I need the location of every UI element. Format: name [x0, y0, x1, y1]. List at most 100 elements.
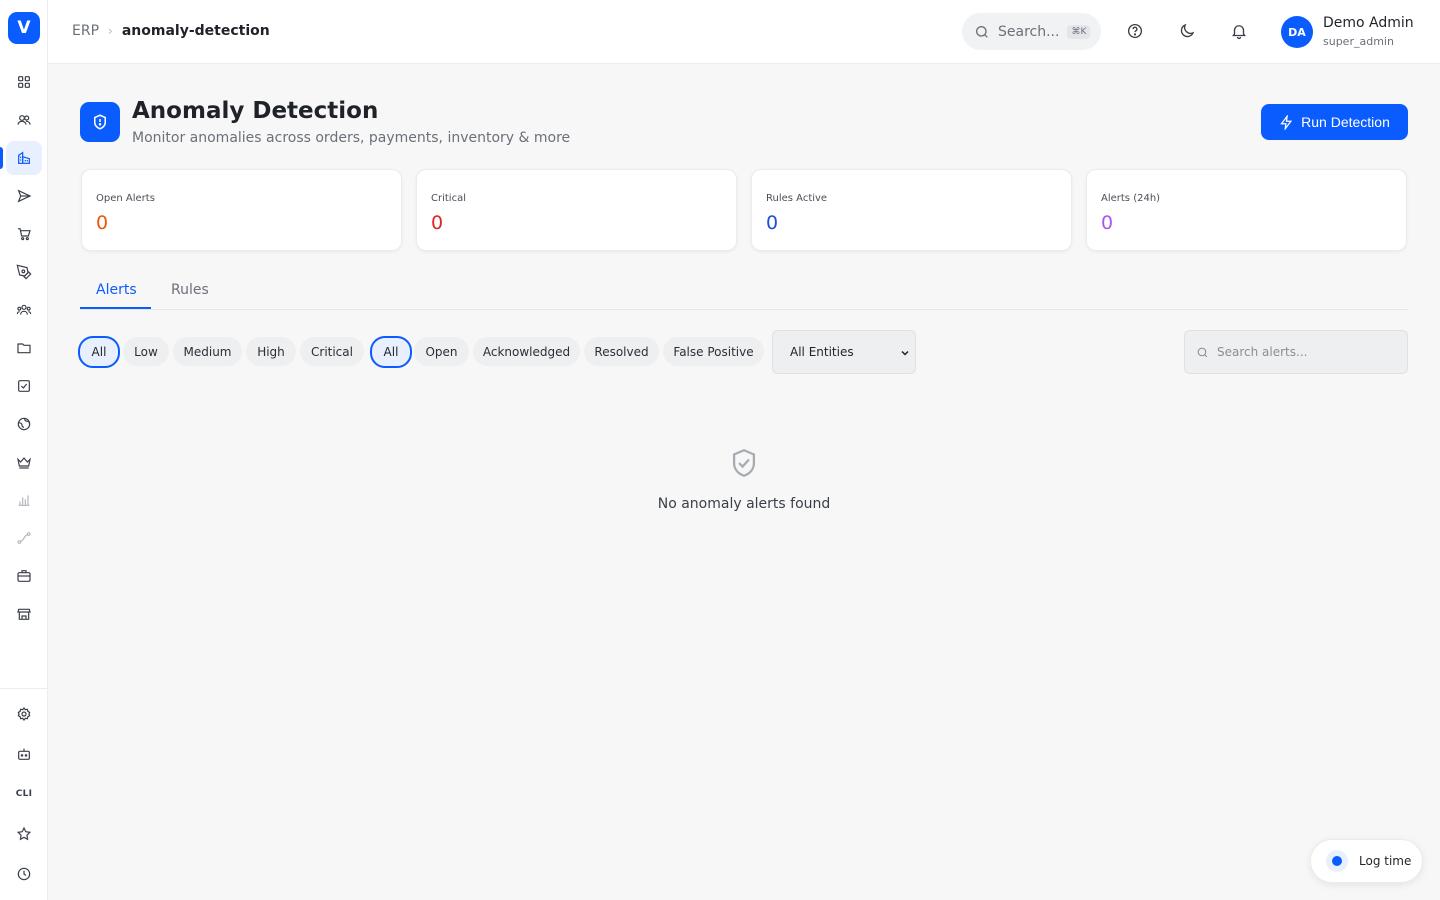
severity-filter-high[interactable]: High	[246, 337, 296, 366]
briefcase-icon	[17, 570, 31, 582]
stat-label: Rules Active	[766, 193, 828, 204]
sidebar-divider	[0, 688, 48, 689]
stat-card-critical: Critical 0	[416, 169, 737, 251]
clock-icon	[17, 867, 31, 881]
page-title: Anomaly Detection	[132, 98, 379, 124]
cli-icon: CLI	[15, 789, 33, 799]
search-shortcut-badge: ⌘K	[1067, 24, 1091, 39]
user-role: super_admin	[1323, 35, 1394, 48]
help-icon	[1127, 23, 1143, 39]
tab-rules[interactable]: Rules	[171, 282, 209, 298]
sidebar-item-favorites[interactable]	[6, 817, 42, 851]
sidebar-item-ai[interactable]	[6, 737, 42, 771]
tabs-divider	[80, 309, 1408, 310]
severity-filter-all[interactable]: All	[78, 336, 120, 368]
moon-icon	[1180, 23, 1195, 38]
users-icon	[17, 115, 31, 125]
stat-label: Critical	[431, 193, 466, 204]
status-filter-acknowledged[interactable]: Acknowledged	[473, 337, 580, 366]
route-icon	[17, 532, 31, 544]
log-time-label: Log time	[1359, 854, 1412, 868]
page-shield-icon	[80, 102, 120, 142]
entity-select[interactable]: All Entities	[772, 330, 916, 374]
checkbox-icon	[18, 380, 30, 392]
sidebar-item-jobs[interactable]	[6, 559, 42, 593]
notifications-button[interactable]	[1228, 20, 1250, 42]
run-detection-label: Run Detection	[1301, 114, 1390, 130]
entity-select-value: All Entities	[790, 345, 854, 359]
sidebar-item-routes[interactable]	[6, 521, 42, 555]
send-icon	[17, 189, 32, 203]
sidebar-item-settings[interactable]	[6, 697, 42, 731]
store-icon	[17, 608, 31, 620]
stat-card-rules-active: Rules Active 0	[751, 169, 1072, 251]
chevron-down-icon	[901, 350, 909, 356]
severity-filter-low[interactable]: Low	[123, 337, 169, 366]
global-search-placeholder: Search...	[998, 23, 1060, 40]
stat-value: 0	[766, 212, 779, 234]
search-icon	[1197, 347, 1208, 357]
sidebar-item-history[interactable]	[6, 857, 42, 891]
breadcrumb: ERP › anomaly-detection	[72, 23, 270, 39]
top-header: ERP › anomaly-detection Search... ⌘K DA …	[48, 0, 1440, 64]
sidebar-item-dashboard[interactable]	[6, 65, 42, 99]
folder-icon	[17, 343, 31, 354]
globe-icon	[17, 417, 31, 431]
stat-label: Alerts (24h)	[1101, 193, 1161, 204]
help-button[interactable]	[1124, 20, 1146, 42]
star-icon	[16, 826, 32, 841]
active-tab-indicator	[80, 307, 151, 309]
sidebar-item-tasks[interactable]	[6, 369, 42, 403]
building-icon	[18, 151, 30, 164]
status-filter-false-positive[interactable]: False Positive	[663, 337, 764, 366]
severity-filter-medium[interactable]: Medium	[173, 337, 242, 366]
sidebar-item-marketing[interactable]	[6, 179, 42, 213]
stat-card-open-alerts: Open Alerts 0	[81, 169, 402, 251]
user-name[interactable]: Demo Admin	[1323, 15, 1414, 31]
sidebar: V CLI	[0, 0, 48, 900]
theme-toggle-button[interactable]	[1176, 20, 1198, 42]
avatar[interactable]: DA	[1281, 16, 1313, 48]
alerts-search-input[interactable]: Search alerts...	[1184, 330, 1408, 374]
bot-icon	[18, 748, 30, 760]
sidebar-item-commerce[interactable]	[6, 217, 42, 251]
stat-value: 0	[431, 212, 444, 234]
sidebar-item-files[interactable]	[6, 331, 42, 365]
stat-value: 0	[1101, 212, 1114, 234]
team-icon	[16, 304, 32, 315]
sidebar-item-premium[interactable]	[6, 445, 42, 479]
lightning-icon	[1280, 114, 1293, 130]
crown-icon	[17, 457, 31, 469]
sidebar-item-cli[interactable]: CLI	[6, 777, 42, 811]
tab-alerts[interactable]: Alerts	[96, 282, 137, 298]
shield-check-icon	[732, 449, 756, 477]
settings-icon	[17, 707, 31, 721]
alerts-search-placeholder: Search alerts...	[1217, 345, 1308, 359]
dashboard-grid-icon	[18, 76, 30, 88]
global-search[interactable]: Search... ⌘K	[962, 13, 1101, 50]
severity-filter-critical[interactable]: Critical	[300, 337, 364, 366]
search-icon	[976, 25, 988, 38]
status-filter-open[interactable]: Open	[414, 337, 469, 366]
breadcrumb-root[interactable]: ERP	[72, 23, 99, 39]
status-filter-resolved[interactable]: Resolved	[584, 337, 659, 366]
sidebar-item-users[interactable]	[6, 103, 42, 137]
empty-state-message: No anomaly alerts found	[657, 496, 831, 512]
sidebar-item-erp[interactable]	[0, 141, 42, 175]
stat-label: Open Alerts	[96, 193, 155, 204]
timer-icon	[1326, 850, 1348, 872]
breadcrumb-current: anomaly-detection	[121, 23, 270, 39]
pen-tool-icon	[16, 264, 32, 280]
sidebar-item-store[interactable]	[6, 597, 42, 631]
page-subtitle: Monitor anomalies across orders, payment…	[132, 130, 571, 146]
app-logo[interactable]: V	[8, 12, 40, 44]
status-filter-all[interactable]: All	[370, 336, 412, 368]
sidebar-item-team[interactable]	[6, 293, 42, 327]
run-detection-button[interactable]: Run Detection	[1261, 104, 1408, 140]
cart-icon	[18, 228, 31, 241]
sidebar-item-design[interactable]	[6, 255, 42, 289]
breadcrumb-separator-icon: ›	[108, 24, 113, 38]
bell-icon	[1232, 25, 1246, 40]
log-time-button[interactable]: Log time	[1310, 839, 1423, 883]
sidebar-item-web[interactable]	[6, 407, 42, 441]
